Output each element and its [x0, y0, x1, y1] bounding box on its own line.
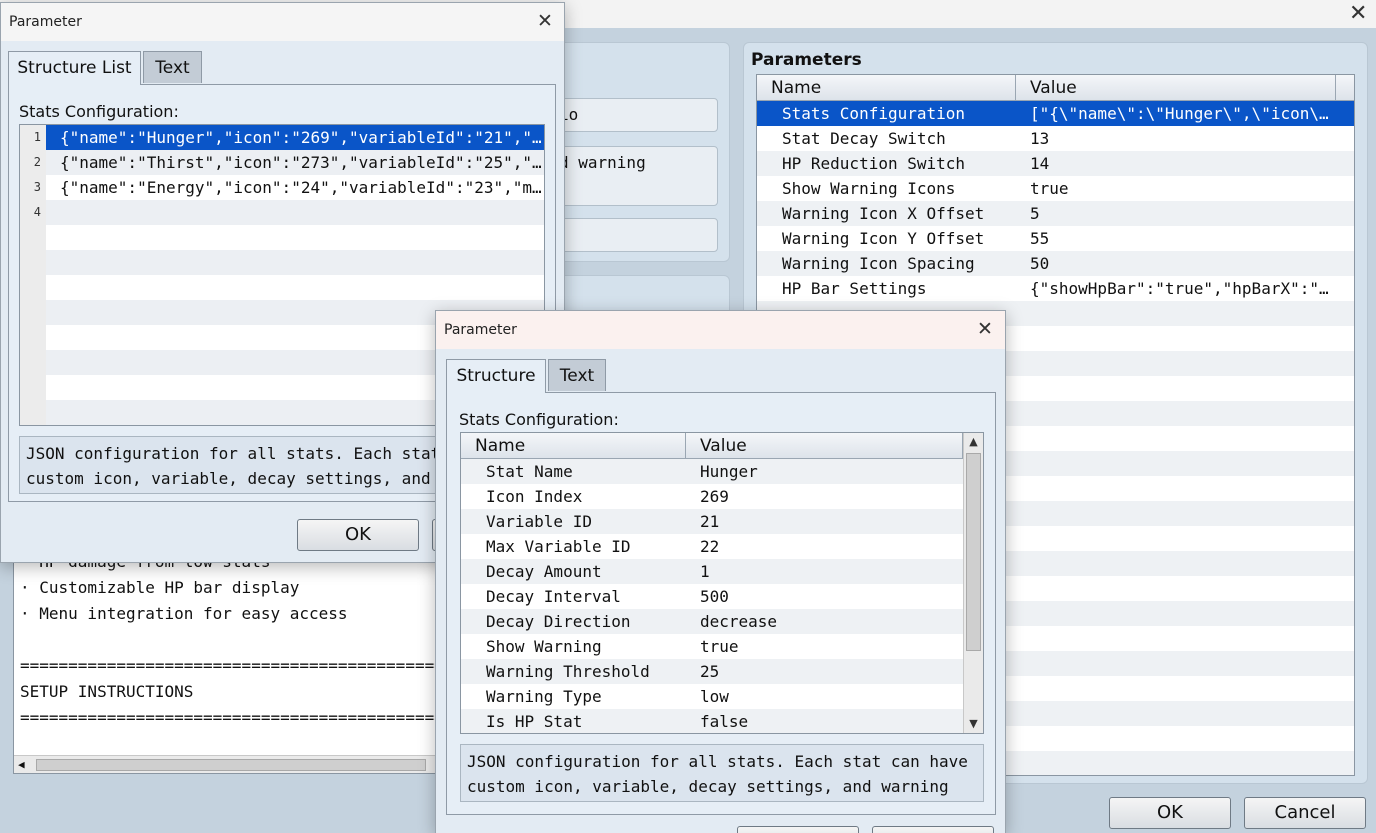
param-row[interactable]: Warning Icon Y Offset 55: [757, 226, 1354, 251]
table-row[interactable]: Decay Direction decrease: [461, 609, 963, 634]
main-ok-button[interactable]: OK: [1109, 797, 1231, 829]
option-box-1[interactable]: io: [546, 98, 718, 132]
dialog2-titlebar[interactable]: Parameter ✕: [436, 311, 1005, 349]
tab-structure[interactable]: Structure: [446, 359, 546, 393]
readme-hscrollbar[interactable]: ◀: [14, 755, 437, 773]
table-row[interactable]: Show Warning true: [461, 634, 963, 659]
empty-line: [20, 225, 544, 250]
parameters-title: Parameters: [751, 50, 862, 70]
dialog2-cancel-button[interactable]: [872, 826, 994, 833]
table-row[interactable]: Max Variable ID 22: [461, 534, 963, 559]
parameters-list-header: Name Value: [757, 75, 1354, 101]
structure-list-header: Name Value: [461, 433, 963, 459]
readme-line: [14, 627, 437, 653]
table-row[interactable]: Warning Type low: [461, 684, 963, 709]
list-item[interactable]: 3 {"name":"Energy","icon":"24","variableI…: [20, 175, 544, 200]
option-box-3[interactable]: [546, 218, 718, 252]
empty-line: [20, 250, 544, 275]
table-row[interactable]: Warning Threshold 25: [461, 659, 963, 684]
table-row[interactable]: Icon Index 269: [461, 484, 963, 509]
column-header-name[interactable]: Name: [757, 75, 1016, 100]
list-item[interactable]: 2 {"name":"Thirst","icon":"273","variable…: [20, 150, 544, 175]
readme-text-area[interactable]: · HP damage from low stats · Customizabl…: [13, 548, 438, 774]
param-row[interactable]: HP Reduction Switch 14: [757, 151, 1354, 176]
dialog2-close-icon[interactable]: ✕: [977, 320, 993, 339]
main-close-icon[interactable]: ✕: [1349, 3, 1367, 25]
readme-hscroll-thumb[interactable]: [36, 759, 426, 771]
param-row[interactable]: Stat Decay Switch 13: [757, 126, 1354, 151]
dialog1-title: Parameter: [9, 14, 82, 30]
param-row[interactable]: Warning Icon Spacing 50: [757, 251, 1354, 276]
param-row[interactable]: Warning Icon X Offset 5: [757, 201, 1354, 226]
readme-line: ========================================…: [20, 708, 438, 727]
scroll-down-icon[interactable]: ▼: [964, 715, 983, 733]
structure-vscroll-thumb[interactable]: [966, 453, 981, 651]
dialog2-description-line-1: JSON configuration for all stats. Each s…: [467, 752, 968, 771]
tab-text[interactable]: Text: [548, 359, 606, 391]
param-row[interactable]: HP Bar Settings {"showHpBar":"true","hpBa…: [757, 276, 1354, 301]
main-cancel-button[interactable]: Cancel: [1244, 797, 1366, 829]
dialog2-description: JSON configuration for all stats. Each s…: [460, 744, 984, 802]
dialog2-tab-body: Stats Configuration: Name Value Stat Nam…: [446, 392, 996, 815]
tab-structure-list[interactable]: Structure List: [8, 51, 141, 85]
dialog1-close-icon[interactable]: ✕: [537, 12, 553, 31]
parameter-dialog-structure: Parameter ✕ Structure Text Stats Configu…: [435, 310, 1006, 833]
table-row[interactable]: Variable ID 21: [461, 509, 963, 534]
tab-text[interactable]: Text: [143, 51, 202, 83]
readme-line: · Customizable HP bar display: [20, 578, 300, 597]
column-header-value[interactable]: Value: [686, 433, 963, 458]
empty-line: [20, 275, 544, 300]
dialog2-description-line-2: custom icon, variable, decay settings, a…: [467, 777, 949, 796]
readme-line: ========================================…: [20, 656, 438, 675]
options-panel: io d warning: [546, 42, 730, 262]
table-row[interactable]: Decay Amount 1: [461, 559, 963, 584]
dialog2-title: Parameter: [444, 322, 517, 338]
scroll-up-icon[interactable]: ▲: [964, 433, 983, 451]
dialog1-titlebar[interactable]: Parameter ✕: [1, 3, 564, 41]
list-item[interactable]: 4: [20, 200, 544, 225]
param-row[interactable]: Stats Configuration ["{\"name\":\"Hunger\…: [757, 101, 1354, 126]
scroll-left-icon[interactable]: ◀: [18, 756, 25, 773]
param-row[interactable]: Show Warning Icons true: [757, 176, 1354, 201]
dialog2-ok-button[interactable]: [737, 826, 859, 833]
structure-vscrollbar[interactable]: ▲ ▼: [963, 433, 983, 733]
list-item[interactable]: 1 {"name":"Hunger","icon":"269","variable…: [20, 125, 544, 150]
option-text-2: d warning: [559, 153, 646, 172]
dialog1-ok-button[interactable]: OK: [297, 519, 419, 551]
dialog1-field-label: Stats Configuration:: [19, 102, 179, 121]
table-row[interactable]: Is HP Stat false: [461, 709, 963, 733]
option-box-2[interactable]: d warning: [546, 146, 718, 206]
column-header-name[interactable]: Name: [461, 433, 686, 458]
table-row[interactable]: Decay Interval 500: [461, 584, 963, 609]
structure-property-list[interactable]: Name Value Stat Name Hunger Icon Index 269…: [460, 432, 984, 734]
table-row[interactable]: Stat Name Hunger: [461, 459, 963, 484]
column-header-value[interactable]: Value: [1016, 75, 1336, 100]
dialog2-field-label: Stats Configuration:: [459, 410, 619, 429]
structure-rows: Stat Name Hunger Icon Index 269 Variable I…: [461, 459, 963, 733]
readme-line: SETUP INSTRUCTIONS: [20, 682, 194, 701]
readme-line: · Menu integration for easy access: [20, 604, 348, 623]
